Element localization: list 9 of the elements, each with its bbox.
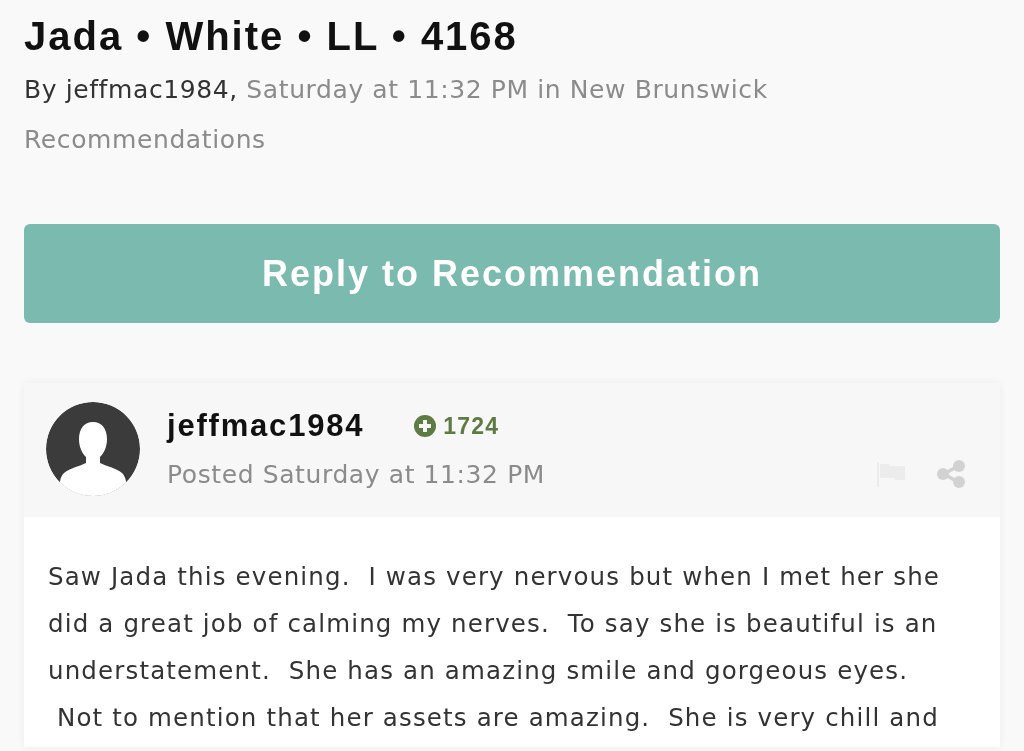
author-link[interactable]: jeffmac1984 xyxy=(167,408,365,444)
person-avatar-icon[interactable] xyxy=(46,402,140,496)
topic-byline: By jeffmac1984, Saturday at 11:32 PM in New Brunswick Recommendations xyxy=(24,74,769,156)
post-date: Posted Saturday at 11:32 PM xyxy=(167,459,547,489)
reputation-count: 1724 xyxy=(443,412,500,440)
share-icon[interactable] xyxy=(937,460,965,488)
post-text: Saw Jada this evening. I was very nervous but when I met her she did a great job of calming my nerves. To say she is beautiful is an understatement. She has an amazing smile and gorgeous eyes. Not to mention that her assets are amazing. She is very chill and xyxy=(48,561,942,734)
plus-circle-icon xyxy=(414,415,437,437)
topic-title: Jada • White • LL • 4168 xyxy=(24,13,519,60)
